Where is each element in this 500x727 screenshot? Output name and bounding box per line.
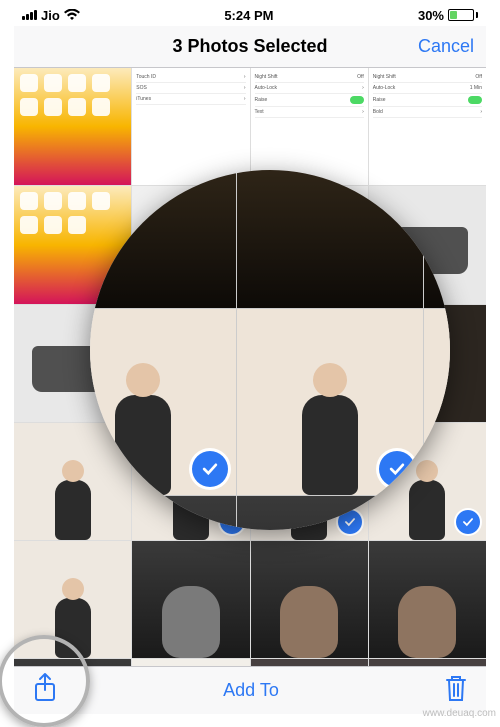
cancel-button[interactable]: Cancel: [418, 26, 474, 67]
photo-thumb[interactable]: [14, 186, 131, 303]
wifi-icon: [64, 9, 80, 21]
checkmark-icon: [220, 510, 244, 534]
bottom-toolbar: Add To: [14, 666, 486, 714]
navbar-title: 3 Photos Selected: [172, 36, 327, 57]
add-to-button[interactable]: Add To: [223, 680, 279, 701]
photo-thumb[interactable]: [14, 68, 131, 185]
photo-thumb[interactable]: [251, 186, 368, 303]
battery-pct-label: 30%: [418, 8, 444, 23]
photo-thumb-selected[interactable]: [369, 423, 486, 540]
photo-grid[interactable]: Touch ID›SOS›iTunes› Night ShiftOffAuto-…: [14, 68, 486, 714]
photo-thumb-selected[interactable]: [251, 423, 368, 540]
photo-thumb[interactable]: [251, 541, 368, 658]
checkmark-icon: [456, 510, 480, 534]
checkmark-icon: [338, 510, 362, 534]
delete-button[interactable]: [444, 674, 468, 707]
clock-label: 5:24 PM: [224, 8, 273, 23]
photo-thumb[interactable]: [132, 541, 249, 658]
photo-thumb[interactable]: Night ShiftOffAuto-Lock1 MinRaiseBold›: [369, 68, 486, 185]
battery-icon: [448, 9, 478, 21]
status-bar: Jio 5:24 PM 30%: [14, 4, 486, 26]
photo-thumb[interactable]: [14, 541, 131, 658]
photo-thumb[interactable]: [14, 305, 131, 422]
photo-thumb[interactable]: [14, 423, 131, 540]
photo-thumb[interactable]: [369, 186, 486, 303]
photos-app-screen: Jio 5:24 PM 30% 3 Photos Selected Cancel…: [14, 4, 486, 714]
photo-thumb-selected[interactable]: [132, 423, 249, 540]
photo-thumb[interactable]: [132, 186, 249, 303]
navigation-bar: 3 Photos Selected Cancel: [14, 26, 486, 68]
share-icon: [32, 672, 58, 704]
share-button[interactable]: [32, 672, 58, 709]
photo-thumb[interactable]: [369, 305, 486, 422]
trash-icon: [444, 674, 468, 702]
signal-icon: [22, 10, 37, 20]
watermark-label: www.deuaq.com: [423, 708, 496, 719]
carrier-label: Jio: [41, 8, 60, 23]
photo-thumb[interactable]: Night ShiftOffAuto-Lock›RaiseText›: [251, 68, 368, 185]
photo-thumb[interactable]: Touch ID›SOS›iTunes›: [132, 68, 249, 185]
photo-thumb[interactable]: [132, 305, 249, 422]
photo-thumb[interactable]: [251, 305, 368, 422]
photo-thumb[interactable]: [369, 541, 486, 658]
